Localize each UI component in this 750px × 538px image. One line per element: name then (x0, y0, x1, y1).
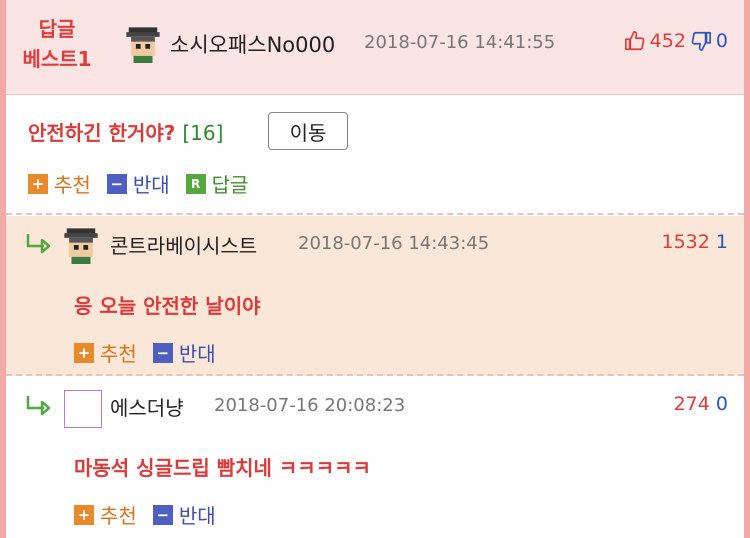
oppose-label: 반대 (132, 173, 170, 197)
minus-icon: − (152, 342, 173, 363)
minus-icon: − (106, 173, 127, 194)
pixel-avatar-icon[interactable] (62, 226, 100, 264)
reply-label: 답글 (211, 173, 249, 197)
avatar-image[interactable] (64, 390, 102, 428)
reply-votes: 1532 1 (662, 231, 729, 253)
oppose-button[interactable]: − 반대 (106, 169, 170, 198)
reply-item: 에스더냥 2018-07-16 20:08:23 274 0 마동석 싱글드립 … (6, 378, 744, 538)
oppose-label: 반대 (178, 342, 216, 366)
oppose-label: 반대 (178, 504, 216, 528)
thumbs-down-icon[interactable] (690, 30, 712, 52)
recommend-button[interactable]: + 추천 (74, 500, 137, 529)
reply-actions: + 추천 − 반대 (74, 338, 216, 367)
reply-arrow-icon (26, 234, 51, 254)
move-button[interactable]: 이동 (268, 112, 348, 150)
reply-button[interactable]: R 답글 (185, 169, 249, 198)
reply-text: 응 오늘 안전한 날이야 (74, 294, 261, 318)
plus-icon: + (74, 504, 94, 525)
best-actions: + 추천 − 반대 R 답글 (28, 169, 248, 198)
best-badge-line2: 베스트1 (22, 47, 92, 71)
recommend-label: 추천 (54, 173, 91, 197)
oppose-button[interactable]: − 반대 (152, 500, 216, 529)
up-count: 274 (673, 393, 710, 415)
post-title[interactable]: 안전하긴 한거야? [16] (28, 117, 223, 146)
reply-nickname[interactable]: 에스더냥 (110, 392, 184, 421)
reply-actions: + 추천 − 반대 (74, 500, 216, 529)
best-votes: 452 0 (624, 30, 728, 52)
down-count: 0 (715, 393, 728, 415)
best-badge-line1: 답글 (38, 17, 76, 41)
plus-icon: + (74, 342, 94, 363)
post-title-text[interactable]: 안전하긴 한거야? (28, 121, 175, 145)
recommend-label: 추천 (100, 342, 137, 366)
recommend-button[interactable]: + 추천 (74, 338, 137, 367)
plus-icon: + (28, 173, 48, 194)
recommend-button[interactable]: + 추천 (28, 169, 91, 198)
pixel-avatar-icon[interactable] (124, 25, 162, 63)
reply-arrow-icon (26, 396, 51, 416)
best-badge: 답글 베스트1 (22, 14, 92, 74)
best-nickname[interactable]: 소시오패스No000 (170, 29, 335, 59)
minus-icon: − (152, 504, 173, 525)
reply-count: [16] (182, 121, 224, 145)
best-date: 2018-07-16 14:41:55 (364, 32, 556, 53)
reply-date: 2018-07-16 14:43:45 (298, 233, 490, 254)
thumbs-up-icon[interactable] (624, 30, 646, 52)
down-count: 0 (715, 30, 728, 52)
recommend-label: 추천 (100, 504, 137, 528)
reply-item: 콘트라베이시스트 2018-07-16 14:43:45 1532 1 응 오늘… (6, 216, 744, 376)
up-count: 452 (649, 30, 686, 52)
reply-votes: 274 0 (674, 393, 728, 415)
down-count: 1 (715, 231, 728, 253)
oppose-button[interactable]: − 반대 (152, 338, 216, 367)
reply-date: 2018-07-16 20:08:23 (214, 395, 406, 416)
reply-nickname[interactable]: 콘트라베이시스트 (110, 230, 257, 259)
best-reply-header: 답글 베스트1 소시오패스No000 2018-07-16 14:41:55 4… (6, 0, 744, 95)
up-count: 1532 (661, 231, 710, 253)
reply-text: 마동석 싱글드립 빰치네 ㅋㅋㅋㅋㅋ (74, 456, 371, 480)
best-reply-body: 안전하긴 한거야? [16] 이동 + 추천 − 반대 R 답글 (6, 95, 744, 215)
reply-r-icon: R (185, 173, 206, 194)
